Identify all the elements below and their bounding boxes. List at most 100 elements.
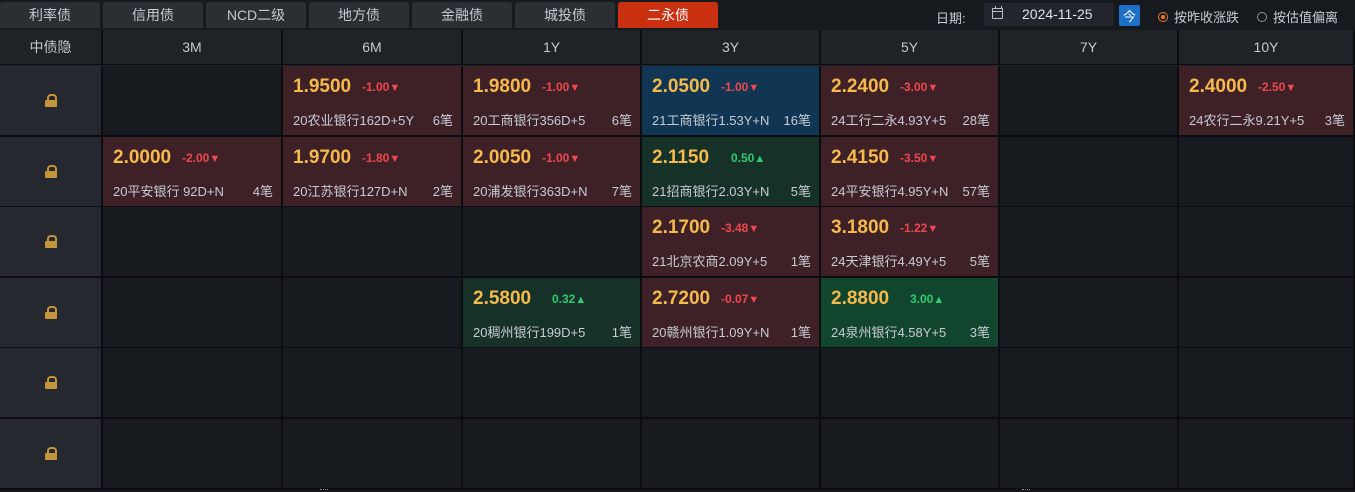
lock-cell[interactable] xyxy=(0,278,103,347)
empty-cell[interactable] xyxy=(642,348,821,417)
change-value: -1.22▼ xyxy=(900,221,938,235)
lock-cell[interactable] xyxy=(0,419,103,488)
triangle-down-icon: ▼ xyxy=(1285,82,1297,94)
empty-cell[interactable] xyxy=(1179,419,1355,488)
yield-value: 3.1800 xyxy=(831,217,890,238)
quote-cell[interactable]: 1.9800 -1.00▼ 20工商银行356D+5 6笔 xyxy=(463,66,642,135)
quote-cell[interactable]: 2.0050 -1.00▼ 20浦发银行363D+N 7笔 xyxy=(463,137,642,206)
change-text: -3.00 xyxy=(900,80,928,94)
empty-cell[interactable] xyxy=(1179,348,1355,417)
trade-count: 5笔 xyxy=(790,184,811,199)
tab-6[interactable]: 二永债 xyxy=(618,2,718,28)
column-header-5Y: 5Y xyxy=(821,30,1000,65)
empty-cell[interactable] xyxy=(283,278,463,347)
tab-1[interactable]: 信用债 xyxy=(103,2,203,28)
empty-cell[interactable] xyxy=(642,419,821,488)
top-bar: 利率债 信用债 NCD二级 地方债 金融债 城投债 二永债 日期: 2024-11-25 今… xyxy=(0,0,1355,30)
empty-cell[interactable] xyxy=(283,348,463,417)
radio-label: 按估值偏离 xyxy=(1273,10,1339,25)
change-text: -2.00 xyxy=(182,151,210,165)
quote-cell[interactable]: 2.1150 0.50▲ 21招商银行2.03Y+N 5笔 xyxy=(642,137,821,206)
empty-cell[interactable] xyxy=(821,348,1000,417)
today-button[interactable]: 今 xyxy=(1119,5,1140,26)
empty-cell[interactable] xyxy=(1179,278,1355,347)
trade-count: 3笔 xyxy=(969,325,990,340)
quote-cell[interactable]: 1.9500 -1.00▼ 20农业银行162D+5Y 6笔 xyxy=(283,66,463,135)
trade-count: 1笔 xyxy=(790,325,811,340)
column-header-3Y: 3Y xyxy=(642,30,821,65)
empty-cell[interactable] xyxy=(1000,278,1179,347)
trade-count: 5笔 xyxy=(969,254,990,269)
quote-cell[interactable]: 2.4000 -2.50▼ 24农行二永9.21Y+5 3笔 xyxy=(1179,66,1355,135)
empty-cell[interactable] xyxy=(1179,137,1355,206)
quote-cell[interactable]: 2.1700 -3.48▼ 21北京农商2.09Y+5 1笔 xyxy=(642,207,821,276)
change-value: -2.00▼ xyxy=(182,151,220,165)
tab-5[interactable]: 城投债 xyxy=(515,2,615,28)
triangle-up-icon: ▲ xyxy=(575,294,587,306)
radio-dot-icon xyxy=(1158,11,1168,22)
tab-0[interactable]: 利率债 xyxy=(0,2,100,28)
change-text: -1.80 xyxy=(362,151,390,165)
empty-cell[interactable] xyxy=(1000,207,1179,276)
quote-cell[interactable]: 2.7200 -0.07▼ 20赣州银行1.09Y+N 1笔 xyxy=(642,278,821,347)
quote-cell[interactable]: 2.4150 -3.50▼ 24平安银行4.95Y+N 57笔 xyxy=(821,137,1000,206)
quote-cell[interactable]: 2.5800 0.32▲ 20稠州银行199D+5 1笔 xyxy=(463,278,642,347)
date-label: 日期: xyxy=(936,11,966,26)
empty-cell[interactable] xyxy=(821,419,1000,488)
quote-cell[interactable]: 2.2400 -3.00▼ 24工行二永4.93Y+5 28笔 xyxy=(821,66,1000,135)
empty-cell[interactable] xyxy=(463,419,642,488)
empty-cell[interactable] xyxy=(463,207,642,276)
change-value: -3.48▼ xyxy=(721,221,759,235)
triangle-down-icon: ▼ xyxy=(748,82,760,94)
change-value: -3.50▼ xyxy=(900,151,938,165)
trade-count: 6笔 xyxy=(611,113,632,128)
empty-cell[interactable] xyxy=(1000,66,1179,135)
trade-count: 57笔 xyxy=(962,184,990,199)
grid-row: 2.1700 -3.48▼ 21北京农商2.09Y+5 1笔 3.1800 -1.22▼ 2… xyxy=(0,207,1355,277)
quote-cell[interactable]: 2.0000 -2.00▼ 20平安银行 92D+N 4笔 xyxy=(103,137,283,206)
empty-cell[interactable] xyxy=(103,66,283,135)
quote-cell[interactable]: 2.0500 -1.00▼ 21工商银行1.53Y+N 16笔 xyxy=(642,66,821,135)
yield-value: 2.4000 xyxy=(1189,76,1248,97)
yield-value: 2.5800 xyxy=(473,288,532,309)
empty-cell[interactable] xyxy=(463,348,642,417)
empty-cell[interactable] xyxy=(103,419,283,488)
date-picker[interactable]: 2024-11-25 xyxy=(984,3,1114,26)
change-text: 0.50 xyxy=(731,151,755,165)
quote-cell[interactable]: 1.9700 -1.80▼ 20江苏银行127D+N 2笔 xyxy=(283,137,463,206)
yield-value: 2.8800 xyxy=(831,288,890,309)
lock-cell[interactable] xyxy=(0,207,103,276)
lock-cell[interactable] xyxy=(0,137,103,206)
yield-value: 2.0050 xyxy=(473,147,532,168)
quote-cell[interactable]: 2.8800 3.00▲ 24泉州银行4.58Y+5 3笔 xyxy=(821,278,1000,347)
empty-cell[interactable] xyxy=(103,278,283,347)
trade-count: 4笔 xyxy=(252,184,273,199)
empty-cell[interactable] xyxy=(103,207,283,276)
tab-2[interactable]: NCD二级 xyxy=(206,2,306,28)
radio-by-valuation[interactable]: 按估值偏离 xyxy=(1257,7,1338,26)
bond-name: 24泉州银行4.58Y+5 xyxy=(831,325,947,340)
tab-4[interactable]: 金融债 xyxy=(412,2,512,28)
quote-cell[interactable]: 3.1800 -1.22▼ 24天津银行4.49Y+5 5笔 xyxy=(821,207,1000,276)
empty-cell[interactable] xyxy=(1000,348,1179,417)
empty-cell[interactable] xyxy=(1000,137,1179,206)
calendar-icon[interactable] xyxy=(992,6,1003,19)
empty-cell[interactable] xyxy=(283,419,463,488)
triangle-down-icon: ▼ xyxy=(569,153,581,165)
trade-count: 1笔 xyxy=(790,254,811,269)
change-text: 0.32 xyxy=(552,292,576,306)
tab-3[interactable]: 地方债 xyxy=(309,2,409,28)
empty-cell[interactable] xyxy=(1179,207,1355,276)
lock-icon xyxy=(44,376,57,389)
radio-by-prev-close[interactable]: 按昨收涨跌 xyxy=(1158,7,1239,26)
empty-cell[interactable] xyxy=(283,207,463,276)
triangle-down-icon: ▼ xyxy=(748,223,760,235)
bond-name: 20稠州银行199D+5 xyxy=(473,325,586,340)
empty-cell[interactable] xyxy=(1000,419,1179,488)
lock-cell[interactable] xyxy=(0,348,103,417)
bond-name: 24农行二永9.21Y+5 xyxy=(1189,113,1305,128)
triangle-down-icon: ▼ xyxy=(927,223,939,235)
bond-name: 21工商银行1.53Y+N xyxy=(652,113,770,128)
lock-cell[interactable] xyxy=(0,66,103,135)
empty-cell[interactable] xyxy=(103,348,283,417)
